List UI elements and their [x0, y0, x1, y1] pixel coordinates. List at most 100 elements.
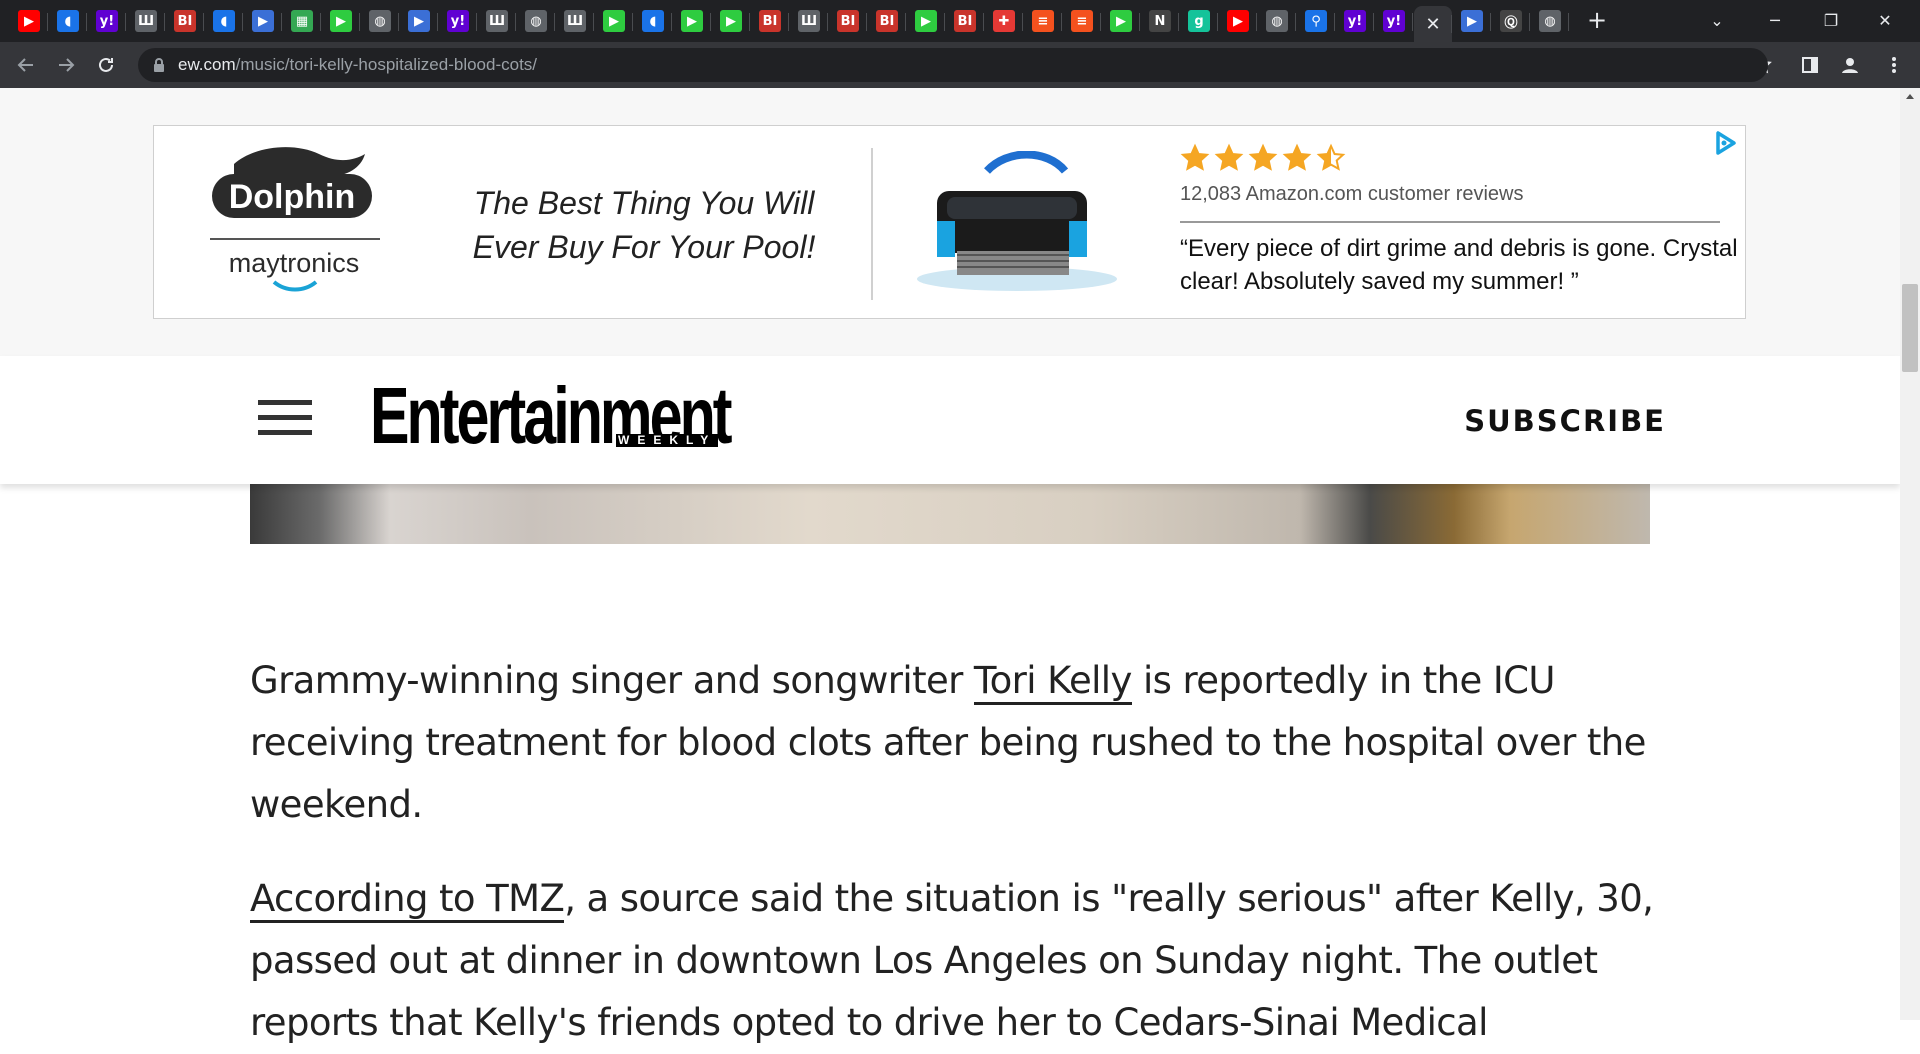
grammarly-icon: g: [1188, 10, 1210, 32]
browser-tab[interactable]: ≡: [1024, 4, 1062, 38]
browser-tab[interactable]: y!: [1336, 4, 1374, 38]
browser-tab[interactable]: ▶: [907, 4, 945, 38]
tab-separator: [1022, 13, 1023, 31]
browser-tab[interactable]: BI: [829, 4, 867, 38]
rating-stars: [1180, 143, 1346, 171]
browser-tab[interactable]: ▶: [1219, 4, 1257, 38]
subscribe-link[interactable]: SUBSCRIBE: [1464, 404, 1666, 438]
bookmark-icon: ≡: [1071, 10, 1093, 32]
tab-separator: [164, 13, 165, 31]
tab-separator: [1373, 13, 1374, 31]
pool-robot-image: [917, 151, 1117, 291]
reload-button[interactable]: [92, 51, 120, 79]
browser-tab[interactable]: BI: [751, 4, 789, 38]
shield-icon: ◖: [642, 10, 664, 32]
tori-kelly-link[interactable]: Tori Kelly: [973, 659, 1132, 705]
browser-tab[interactable]: ◖: [49, 4, 87, 38]
browser-tab[interactable]: g: [1180, 4, 1218, 38]
business-insider-icon: BI: [954, 10, 976, 32]
browser-tab[interactable]: ✕: [1414, 6, 1452, 42]
paragraph-text: Grammy-winning singer and songwriter: [250, 659, 974, 702]
browser-tab[interactable]: ▶: [244, 4, 282, 38]
browser-tab[interactable]: ▶: [712, 4, 750, 38]
tab-separator: [47, 13, 48, 31]
close-window-button[interactable]: ✕: [1862, 0, 1908, 40]
side-panel-icon[interactable]: [1796, 51, 1824, 79]
tmz-source-link[interactable]: According to TMZ: [250, 877, 565, 923]
adchoices-icon[interactable]: [1712, 130, 1738, 156]
address-bar[interactable]: ew.com/music/tori-kelly-hospitalized-blo…: [138, 48, 1768, 82]
browser-tab[interactable]: y!: [88, 4, 126, 38]
browser-tab[interactable]: Ш: [556, 4, 594, 38]
tab-separator: [1178, 13, 1179, 31]
star-icon: [1214, 143, 1244, 171]
browser-tab[interactable]: BI: [868, 4, 906, 38]
browser-tab[interactable]: ◖: [634, 4, 672, 38]
browser-tab[interactable]: BI: [946, 4, 984, 38]
tab-search-chevron-icon[interactable]: ⌄: [1694, 0, 1740, 40]
browser-tab[interactable]: y!: [439, 4, 477, 38]
browser-tab[interactable]: Ⓠ: [1492, 4, 1530, 38]
tab-separator: [710, 13, 711, 31]
restore-button[interactable]: ❐: [1808, 0, 1854, 40]
menu-kebab-icon[interactable]: [1880, 51, 1908, 79]
browser-tab[interactable]: ▶: [673, 4, 711, 38]
browser-tab[interactable]: Ш: [478, 4, 516, 38]
slash-icon: Ш: [564, 10, 586, 32]
browser-tab[interactable]: ◍: [361, 4, 399, 38]
browser-tab[interactable]: ▦: [283, 4, 321, 38]
page-scrollbar[interactable]: [1900, 88, 1920, 1020]
business-insider-icon: BI: [876, 10, 898, 32]
slash-icon: Ш: [486, 10, 508, 32]
browser-tab[interactable]: ≡: [1063, 4, 1101, 38]
browser-tab[interactable]: ▶: [400, 4, 438, 38]
slash-icon: Ш: [798, 10, 820, 32]
globe-icon: ◍: [1266, 10, 1288, 32]
play-icon: ▶: [915, 10, 937, 32]
tab-separator: [242, 13, 243, 31]
browser-tab[interactable]: y!: [1375, 4, 1413, 38]
back-button[interactable]: [12, 51, 40, 79]
browser-tab[interactable]: Ш: [127, 4, 165, 38]
browser-tab[interactable]: ◍: [1258, 4, 1296, 38]
business-insider-icon: BI: [174, 10, 196, 32]
scrollbar-thumb[interactable]: [1902, 284, 1918, 372]
minimize-button[interactable]: ─: [1752, 0, 1798, 40]
lock-icon[interactable]: [152, 57, 166, 73]
hamburger-menu-icon[interactable]: [258, 400, 312, 440]
browser-tab[interactable]: Ш: [790, 4, 828, 38]
browser-tab[interactable]: ▶: [595, 4, 633, 38]
profile-icon[interactable]: [1836, 51, 1864, 79]
browser-tab[interactable]: ✚: [985, 4, 1023, 38]
tab-separator: [944, 13, 945, 31]
ad-brand-logo: Dolphin: [229, 178, 356, 216]
browser-tab[interactable]: N: [1141, 4, 1179, 38]
site-logo-subtitle: WEEKLY: [616, 433, 719, 447]
browser-tab[interactable]: ⚲: [1297, 4, 1335, 38]
tab-separator: [281, 13, 282, 31]
browser-tab[interactable]: ◍: [517, 4, 555, 38]
browser-tab[interactable]: ◖: [205, 4, 243, 38]
forward-button[interactable]: [52, 51, 80, 79]
play-icon: ▶: [330, 10, 352, 32]
display-ad[interactable]: Dolphin maytronics The Best Thing You Wi…: [153, 125, 1746, 319]
business-insider-icon: BI: [759, 10, 781, 32]
star-icon: [1316, 143, 1346, 171]
tab-separator: [983, 13, 984, 31]
tab-separator: [1412, 13, 1413, 31]
browser-tab[interactable]: ▶: [1453, 4, 1491, 38]
browser-tab[interactable]: ▶: [322, 4, 360, 38]
browser-tab[interactable]: ◍: [1531, 4, 1569, 38]
ad-review-count: 12,083 Amazon.com customer reviews: [1180, 183, 1524, 205]
browser-tab[interactable]: ▶: [1102, 4, 1140, 38]
tab-separator: [1529, 13, 1530, 31]
url-text[interactable]: ew.com/music/tori-kelly-hospitalized-blo…: [178, 48, 537, 82]
new-tab-button[interactable]: +: [1574, 0, 1620, 40]
yahoo-icon: y!: [447, 10, 469, 32]
tab-separator: [671, 13, 672, 31]
browser-tab[interactable]: BI: [166, 4, 204, 38]
news-icon: N: [1149, 10, 1171, 32]
browser-tab[interactable]: ▶: [10, 4, 48, 38]
scroll-up-arrow-icon[interactable]: [1905, 92, 1915, 100]
tab-separator: [86, 13, 87, 31]
